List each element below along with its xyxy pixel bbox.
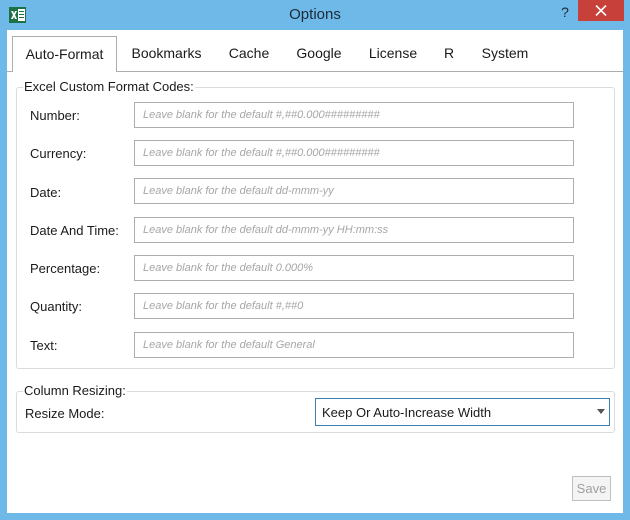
resize-mode-value: Keep Or Auto-Increase Width	[322, 405, 492, 420]
save-button[interactable]: Save	[572, 476, 611, 501]
tab-strip: Auto-Format Bookmarks Cache Google Licen…	[7, 30, 623, 72]
number-label: Number:	[30, 108, 80, 123]
tab-cache[interactable]: Cache	[219, 38, 279, 68]
resize-mode-select[interactable]: Keep Or Auto-Increase Width	[315, 398, 610, 426]
percentage-format-input[interactable]	[134, 255, 574, 281]
tab-license[interactable]: License	[360, 38, 426, 68]
help-button[interactable]: ?	[556, 2, 574, 22]
quantity-label: Quantity:	[30, 299, 83, 314]
date-format-input[interactable]	[134, 178, 574, 204]
tab-google[interactable]: Google	[288, 38, 350, 68]
close-icon	[595, 5, 607, 16]
quantity-format-input[interactable]	[134, 293, 574, 319]
window-title: Options	[289, 6, 341, 23]
currency-format-input[interactable]	[134, 140, 574, 166]
date-and-time-format-input[interactable]	[134, 217, 574, 243]
chevron-down-icon	[597, 409, 605, 414]
format-codes-group-label: Excel Custom Format Codes:	[23, 79, 195, 94]
options-window: Options ? Auto-Format Bookmarks Cache Go…	[0, 0, 630, 520]
title-bar[interactable]: Options ?	[0, 0, 630, 30]
tab-r[interactable]: R	[437, 38, 461, 68]
dialog-body: Auto-Format Bookmarks Cache Google Licen…	[7, 30, 623, 513]
tab-bookmarks[interactable]: Bookmarks	[124, 38, 209, 68]
date-label: Date:	[30, 185, 62, 200]
percentage-label: Percentage:	[30, 261, 101, 276]
close-button[interactable]	[578, 0, 624, 21]
column-resizing-group-label: Column Resizing:	[23, 383, 127, 398]
tab-auto-format[interactable]: Auto-Format	[12, 36, 117, 72]
text-label: Text:	[30, 338, 58, 353]
resize-mode-label: Resize Mode:	[25, 406, 105, 421]
tab-system[interactable]: System	[475, 38, 535, 68]
currency-label: Currency:	[30, 146, 87, 161]
number-format-input[interactable]	[134, 102, 574, 128]
date-and-time-label: Date And Time:	[30, 223, 119, 238]
text-format-input[interactable]	[134, 332, 574, 358]
